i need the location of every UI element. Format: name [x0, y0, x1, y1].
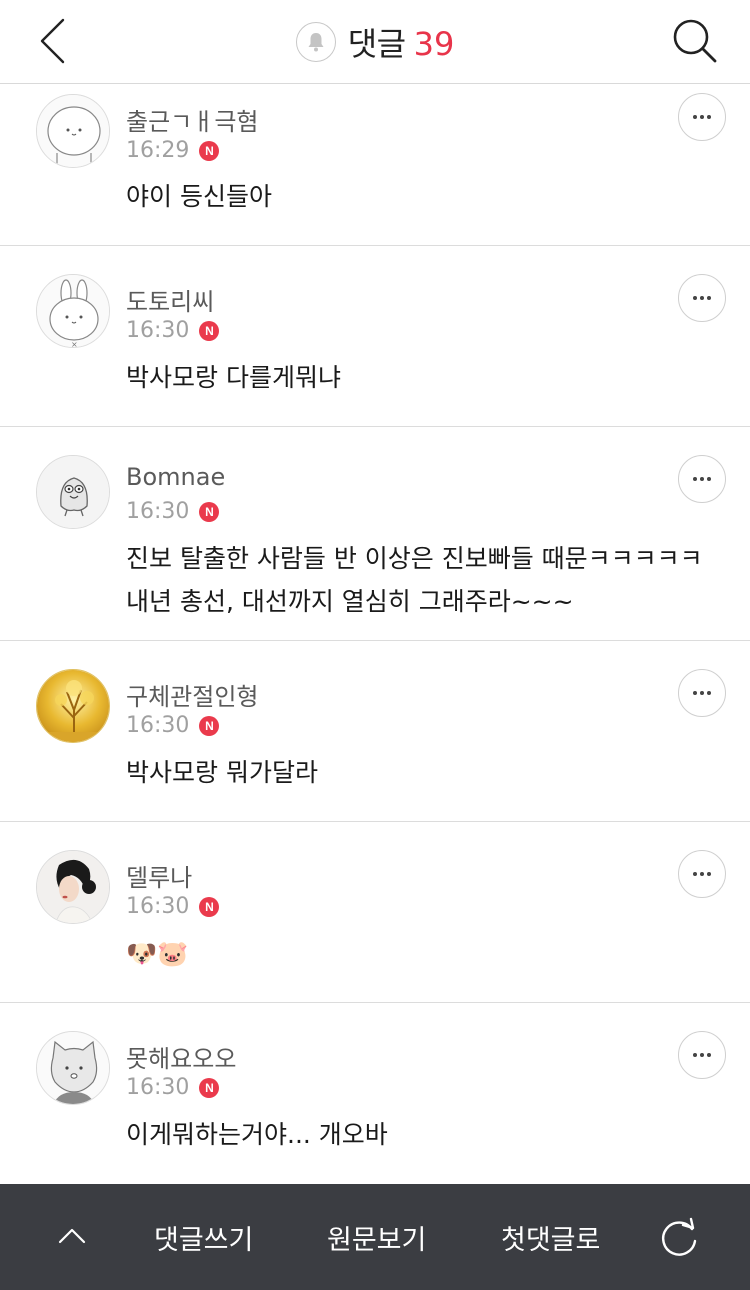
more-horizontal-icon [693, 872, 711, 876]
comment-item: 델루나 16:30 N 🐶🐷 [0, 822, 750, 1003]
comment-nickname[interactable]: 구체관절인형 [126, 677, 258, 712]
comment-time: 16:30 [126, 318, 190, 343]
comment-item: 구체관절인형 16:30 N 박사모랑 뭐가달라 [0, 641, 750, 822]
comment-time: 16:30 [126, 1075, 190, 1100]
more-options-button[interactable] [678, 274, 726, 322]
notification-bell-button[interactable] [295, 22, 336, 62]
comment-list: 출근ㄱㅐ극혐 16:29 N 야이 등신들아 × 도토리씨 16:30 N 박사… [0, 84, 750, 1184]
header-title-group: 댓글 39 [0, 0, 750, 84]
comment-item: 못해요오오 16:30 N 이게뭐하는거야... 개오바 [0, 1003, 750, 1184]
more-options-button[interactable] [678, 1031, 726, 1079]
comment-meta: 16:30 N [126, 1075, 220, 1100]
bell-icon [308, 33, 324, 52]
avatar-woman-portrait [37, 851, 109, 923]
more-horizontal-icon [693, 1053, 711, 1057]
comment-nickname[interactable]: 델루나 [126, 858, 192, 893]
comment-meta: 16:30 N [126, 318, 220, 343]
comment-nickname[interactable]: Bomnae [126, 463, 225, 491]
new-badge: N [199, 896, 220, 917]
view-original-button[interactable]: 원문보기 [327, 1218, 426, 1257]
comment-time: 16:30 [126, 713, 190, 738]
avatar[interactable] [36, 850, 110, 924]
comment-text: 🐶🐷 [126, 939, 189, 968]
bottom-toolbar: 댓글쓰기 원문보기 첫댓글로 [0, 1184, 750, 1290]
avatar[interactable] [36, 94, 110, 168]
comment-text: 진보 탈출한 사람들 반 이상은 진보빠들 때문ㅋㅋㅋㅋㅋ 내년 총선, 대선까… [126, 544, 703, 616]
avatar[interactable] [36, 669, 110, 743]
write-comment-button[interactable]: 댓글쓰기 [154, 1218, 253, 1257]
scroll-top-button[interactable] [50, 1214, 94, 1258]
comment-text: 박사모랑 뭐가달라 [126, 758, 318, 787]
first-comment-button[interactable]: 첫댓글로 [501, 1218, 600, 1257]
more-horizontal-icon [693, 115, 711, 119]
comment-item: 출근ㄱㅐ극혐 16:29 N 야이 등신들아 [0, 84, 750, 246]
avatar-white-blob-character [37, 95, 109, 167]
comment-time: 16:29 [126, 138, 190, 163]
comment-item: Bomnae 16:30 N 진보 탈출한 사람들 반 이상은 진보빠들 때문ㅋ… [0, 427, 750, 641]
new-badge: N [199, 320, 220, 341]
comment-meta: 16:30 N [126, 713, 220, 738]
new-badge: N [199, 501, 220, 522]
comment-meta: 16:30 N [126, 894, 220, 919]
avatar-gray-bird-character [37, 456, 109, 528]
more-options-button[interactable] [678, 850, 726, 898]
avatar-golden-tree-painting [37, 670, 109, 742]
more-horizontal-icon [693, 477, 711, 481]
more-horizontal-icon [693, 296, 711, 300]
comment-text: 박사모랑 다를게뭐냐 [126, 363, 341, 392]
comment-nickname[interactable]: 못해요오오 [126, 1039, 236, 1074]
more-options-button[interactable] [678, 93, 726, 141]
search-button[interactable] [668, 14, 722, 68]
new-badge: N [199, 140, 220, 161]
more-horizontal-icon [693, 691, 711, 695]
comment-meta: 16:30 N [126, 499, 220, 524]
avatar-white-rabbit-character: × [37, 275, 109, 348]
comment-nickname[interactable]: 출근ㄱㅐ극혐 [126, 102, 258, 137]
refresh-button[interactable] [658, 1216, 702, 1260]
search-icon [673, 19, 717, 63]
comment-time: 16:30 [126, 894, 190, 919]
comment-text: 이게뭐하는거야... 개오바 [126, 1120, 388, 1149]
page-title: 댓글 [347, 25, 406, 63]
comment-item: × 도토리씨 16:30 N 박사모랑 다를게뭐냐 [0, 246, 750, 427]
new-badge: N [199, 715, 220, 736]
comment-meta: 16:29 N [126, 138, 220, 163]
svg-text:×: × [71, 340, 78, 348]
comment-count: 39 [413, 25, 455, 63]
comment-time: 16:30 [126, 499, 190, 524]
more-options-button[interactable] [678, 669, 726, 717]
header-bar: 댓글 39 [0, 0, 750, 84]
more-options-button[interactable] [678, 455, 726, 503]
comment-text: 야이 등신들아 [126, 182, 272, 211]
avatar[interactable] [36, 1031, 110, 1105]
new-badge: N [199, 1077, 220, 1098]
avatar[interactable]: × [36, 274, 110, 348]
chevron-up-icon [58, 1228, 86, 1244]
avatar-gray-cat-character [37, 1032, 109, 1104]
refresh-icon [662, 1217, 697, 1256]
comment-nickname[interactable]: 도토리씨 [126, 282, 214, 317]
avatar[interactable] [36, 455, 110, 529]
